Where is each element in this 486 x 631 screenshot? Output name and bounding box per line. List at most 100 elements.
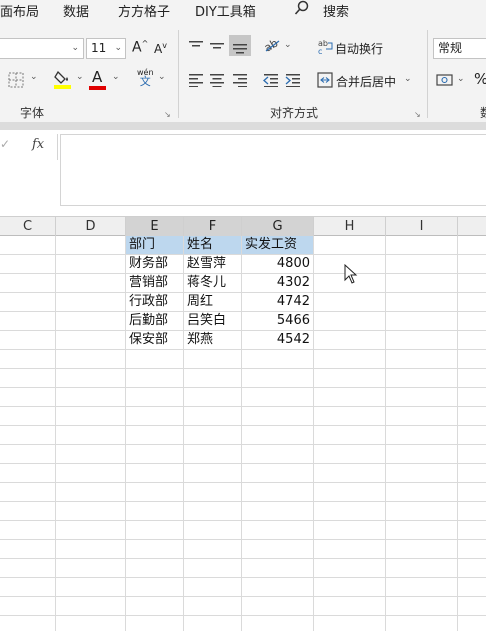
table-row-1-salary[interactable]: 4800 [242,255,313,273]
chevron-down-icon[interactable]: ⌄ [112,72,120,82]
table-row-2-dept[interactable]: 营销部 [126,274,183,292]
number-format-value: 常规 [438,41,463,55]
phonetic-guide-button[interactable]: wén 文 [137,68,154,87]
wrap-text-button[interactable]: 自动换行 [335,40,383,57]
align-right-icon[interactable] [232,72,248,91]
grid-line [0,520,486,521]
merge-center-icon[interactable] [317,72,333,92]
mouse-cursor-icon [344,263,358,288]
table-row-3-dept[interactable]: 行政部 [126,293,183,311]
table-row-4-dept[interactable]: 后勤部 [126,312,183,330]
grid-line [0,444,486,445]
tab-data[interactable]: 数据 [63,1,89,20]
font-size-dropdown[interactable]: 11 ⌄ [86,38,126,59]
divider [427,30,428,118]
chevron-down-icon[interactable]: ⌄ [404,74,412,84]
group-label-number: 数 [480,104,486,121]
percent-button[interactable]: % [474,70,486,88]
merge-center-button[interactable]: 合并后居中 [336,73,396,90]
grid-line [0,463,486,464]
column-headers: C D E F G H I [0,216,486,236]
align-center-icon[interactable] [209,72,225,91]
grid-line [0,425,486,426]
chevron-down-icon[interactable]: ⌄ [158,72,166,82]
fill-color-icon[interactable] [54,69,72,93]
check-icon[interactable]: ✓ [0,137,10,151]
cell-f1[interactable]: 姓名 [184,236,241,254]
formula-input[interactable] [60,134,486,206]
table-row-1-dept[interactable]: 财务部 [126,255,183,273]
align-bottom-icon[interactable] [229,35,251,56]
group-label-alignment: 对齐方式 [270,106,319,120]
chevron-down-icon[interactable]: ⌄ [76,72,84,82]
number-format-dropdown[interactable]: 常规 [433,38,486,59]
insert-function-button[interactable]: fx [32,137,44,152]
column-header-g[interactable]: G [242,217,314,236]
cell-e1[interactable]: 部门 [126,236,183,254]
column-header-h[interactable]: H [314,217,386,236]
grid-line [0,577,486,578]
font-size-value: 11 [91,41,107,55]
formula-controls: ✓ fx [0,134,58,160]
shrink-font-button[interactable]: Av [154,41,167,56]
column-header-e[interactable]: E [126,217,184,236]
grid-line [0,539,486,540]
chevron-down-icon[interactable]: ⌄ [457,74,465,84]
font-name-dropdown[interactable]: ⌄ [0,38,84,59]
grow-font-button[interactable]: A^ [132,39,148,56]
dialog-launcher-icon[interactable]: ↘ [164,110,171,119]
grid-line [0,349,486,350]
column-header-f[interactable]: F [184,217,242,236]
grid-line [385,236,386,631]
svg-text:ab: ab [263,37,280,53]
table-row-3-name[interactable]: 周红 [184,293,241,311]
cell-g1[interactable]: 实发工资 [242,236,313,254]
ribbon: ⌄ 11 ⌄ A^ Av ⌄ ⌄ A ⌄ wén 文 ⌄ 字体 ↘ ab ⌄ a… [0,20,486,122]
grid-line [0,368,486,369]
tab-page-layout[interactable]: 面布局 [0,1,39,20]
cell-grid[interactable]: 部门 姓名 实发工资 财务部 赵雪萍 4800 营销部 蒋冬儿 4302 行政部… [0,236,486,631]
align-middle-icon[interactable] [209,38,225,57]
grid-line [0,387,486,388]
table-row-1-name[interactable]: 赵雪萍 [184,255,241,273]
menu-bar: 面布局 数据 方方格子 DIY工具箱 搜索 [0,0,486,20]
dialog-launcher-icon[interactable]: ↘ [414,110,421,119]
accounting-format-icon[interactable] [436,72,454,92]
group-label-font: 字体 [20,106,45,120]
tab-diy-toolbox[interactable]: DIY工具箱 [195,1,256,20]
table-row-2-salary[interactable]: 4302 [242,274,313,292]
search-label[interactable]: 搜索 [323,1,349,20]
table-row-5-salary[interactable]: 4542 [242,331,313,349]
table-row-5-name[interactable]: 郑燕 [184,331,241,349]
tab-fangfang[interactable]: 方方格子 [118,1,170,20]
grid-line [0,501,486,502]
grid-line [313,236,314,631]
align-top-icon[interactable] [188,38,204,57]
column-header-c[interactable]: C [0,217,56,236]
grid-line [0,482,486,483]
table-row-3-salary[interactable]: 4742 [242,293,313,311]
search-icon[interactable] [294,0,310,20]
font-color-button[interactable]: A [92,68,102,86]
decrease-indent-icon[interactable] [263,72,279,91]
grid-line [55,236,56,631]
grid-line [0,406,486,407]
chevron-down-icon[interactable]: ⌄ [30,72,38,82]
table-row-4-name[interactable]: 吕笑白 [184,312,241,330]
table-row-4-salary[interactable]: 5466 [242,312,313,330]
grid-line [0,558,486,559]
borders-icon[interactable] [8,72,24,92]
column-header-d[interactable]: D [56,217,126,236]
table-row-5-dept[interactable]: 保安部 [126,331,183,349]
grid-line [0,615,486,616]
orientation-icon[interactable]: ab [262,36,281,57]
chevron-down-icon: ⌄ [114,43,122,53]
chevron-down-icon[interactable]: ⌄ [284,40,292,50]
wrap-text-icon[interactable]: ab c [318,38,334,58]
chevron-down-icon: ⌄ [71,43,79,53]
table-row-2-name[interactable]: 蒋冬儿 [184,274,241,292]
increase-indent-icon[interactable] [285,72,301,91]
column-header-i[interactable]: I [386,217,458,236]
font-color-swatch [89,86,106,90]
align-left-icon[interactable] [188,72,204,91]
